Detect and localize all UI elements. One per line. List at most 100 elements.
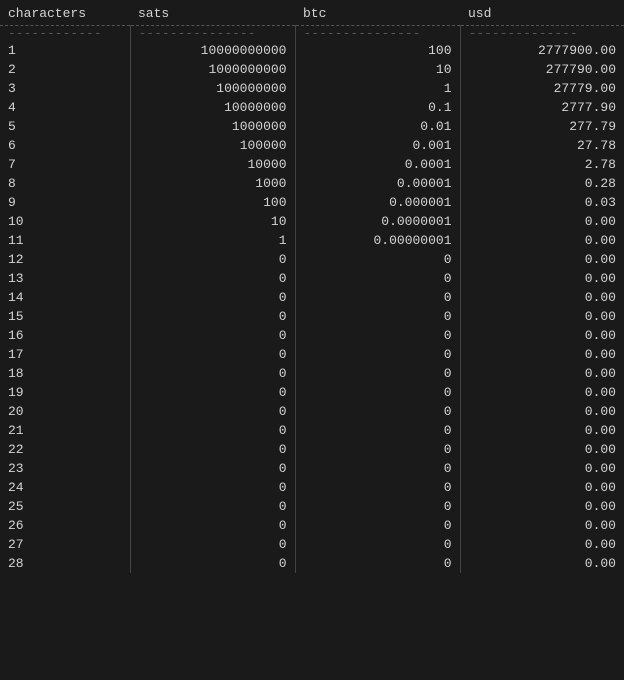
cell-characters: 16 — [0, 326, 130, 345]
cell-usd: 0.00 — [460, 421, 624, 440]
cell-usd: 0.00 — [460, 440, 624, 459]
header-divider: ------------ --------------- -----------… — [0, 26, 624, 42]
cell-btc: 0 — [295, 250, 460, 269]
cell-characters: 8 — [0, 174, 130, 193]
cell-sats: 0 — [130, 326, 295, 345]
table-row: 26000.00 — [0, 516, 624, 535]
table-row: 17000.00 — [0, 345, 624, 364]
table-row: 15000.00 — [0, 307, 624, 326]
table-row: 1110.000000010.00 — [0, 231, 624, 250]
cell-btc: 0 — [295, 478, 460, 497]
cell-sats: 0 — [130, 250, 295, 269]
cell-characters: 20 — [0, 402, 130, 421]
table-row: 14000.00 — [0, 288, 624, 307]
table-row: 91000.0000010.03 — [0, 193, 624, 212]
cell-sats: 0 — [130, 288, 295, 307]
cell-btc: 0 — [295, 307, 460, 326]
cell-characters: 5 — [0, 117, 130, 136]
cell-characters: 1 — [0, 41, 130, 60]
cell-usd: 0.03 — [460, 193, 624, 212]
cell-usd: 0.00 — [460, 383, 624, 402]
cell-usd: 0.00 — [460, 535, 624, 554]
cell-sats: 0 — [130, 516, 295, 535]
cell-sats: 1000000000 — [130, 60, 295, 79]
cell-characters: 21 — [0, 421, 130, 440]
cell-usd: 0.00 — [460, 345, 624, 364]
table-row: 20000.00 — [0, 402, 624, 421]
cell-btc: 0 — [295, 326, 460, 345]
table-row: 810000.000010.28 — [0, 174, 624, 193]
cell-sats: 10000000000 — [130, 41, 295, 60]
cell-btc: 0.000001 — [295, 193, 460, 212]
cell-btc: 0.0001 — [295, 155, 460, 174]
cell-btc: 0.001 — [295, 136, 460, 155]
cell-btc: 0 — [295, 269, 460, 288]
cell-usd: 0.00 — [460, 307, 624, 326]
cell-characters: 22 — [0, 440, 130, 459]
cell-characters: 23 — [0, 459, 130, 478]
cell-usd: 2777900.00 — [460, 41, 624, 60]
cell-characters: 13 — [0, 269, 130, 288]
cell-usd: 0.00 — [460, 554, 624, 573]
cell-btc: 0 — [295, 497, 460, 516]
cell-sats: 0 — [130, 402, 295, 421]
table-row: 12000.00 — [0, 250, 624, 269]
cell-usd: 0.00 — [460, 478, 624, 497]
table-row: 13000.00 — [0, 269, 624, 288]
cell-btc: 0.0000001 — [295, 212, 460, 231]
cell-sats: 100 — [130, 193, 295, 212]
cell-usd: 27.78 — [460, 136, 624, 155]
table-row: 1100000000001002777900.00 — [0, 41, 624, 60]
cell-characters: 27 — [0, 535, 130, 554]
cell-btc: 100 — [295, 41, 460, 60]
table-row: 510000000.01277.79 — [0, 117, 624, 136]
cell-usd: 0.00 — [460, 231, 624, 250]
cell-characters: 19 — [0, 383, 130, 402]
cell-usd: 277.79 — [460, 117, 624, 136]
cell-usd: 27779.00 — [460, 79, 624, 98]
cell-sats: 0 — [130, 535, 295, 554]
cell-characters: 3 — [0, 79, 130, 98]
cell-usd: 0.00 — [460, 364, 624, 383]
cell-btc: 1 — [295, 79, 460, 98]
cell-btc: 0 — [295, 554, 460, 573]
cell-sats: 0 — [130, 364, 295, 383]
cell-characters: 7 — [0, 155, 130, 174]
table-row: 16000.00 — [0, 326, 624, 345]
table-row: 24000.00 — [0, 478, 624, 497]
cell-characters: 14 — [0, 288, 130, 307]
cell-btc: 0 — [295, 459, 460, 478]
table-row: 28000.00 — [0, 554, 624, 573]
cell-sats: 1 — [130, 231, 295, 250]
cell-usd: 2777.90 — [460, 98, 624, 117]
cell-btc: 0 — [295, 383, 460, 402]
cell-characters: 28 — [0, 554, 130, 573]
cell-characters: 10 — [0, 212, 130, 231]
cell-sats: 100000 — [130, 136, 295, 155]
table-row: 61000000.00127.78 — [0, 136, 624, 155]
cell-characters: 17 — [0, 345, 130, 364]
cell-usd: 0.28 — [460, 174, 624, 193]
header-characters: characters — [0, 0, 130, 26]
cell-characters: 18 — [0, 364, 130, 383]
cell-sats: 100000000 — [130, 79, 295, 98]
cell-characters: 9 — [0, 193, 130, 212]
cell-usd: 0.00 — [460, 459, 624, 478]
cell-sats: 0 — [130, 345, 295, 364]
cell-characters: 15 — [0, 307, 130, 326]
cell-btc: 0.01 — [295, 117, 460, 136]
cell-btc: 0 — [295, 345, 460, 364]
cell-characters: 25 — [0, 497, 130, 516]
cell-usd: 0.00 — [460, 497, 624, 516]
data-table: characters sats btc usd ------------ ---… — [0, 0, 624, 573]
table-row: 19000.00 — [0, 383, 624, 402]
table-row: 10100.00000010.00 — [0, 212, 624, 231]
cell-btc: 0.00001 — [295, 174, 460, 193]
cell-usd: 0.00 — [460, 269, 624, 288]
cell-sats: 0 — [130, 497, 295, 516]
cell-sats: 0 — [130, 383, 295, 402]
cell-characters: 4 — [0, 98, 130, 117]
table-row: 21000.00 — [0, 421, 624, 440]
cell-usd: 0.00 — [460, 402, 624, 421]
table-row: 2100000000010277790.00 — [0, 60, 624, 79]
